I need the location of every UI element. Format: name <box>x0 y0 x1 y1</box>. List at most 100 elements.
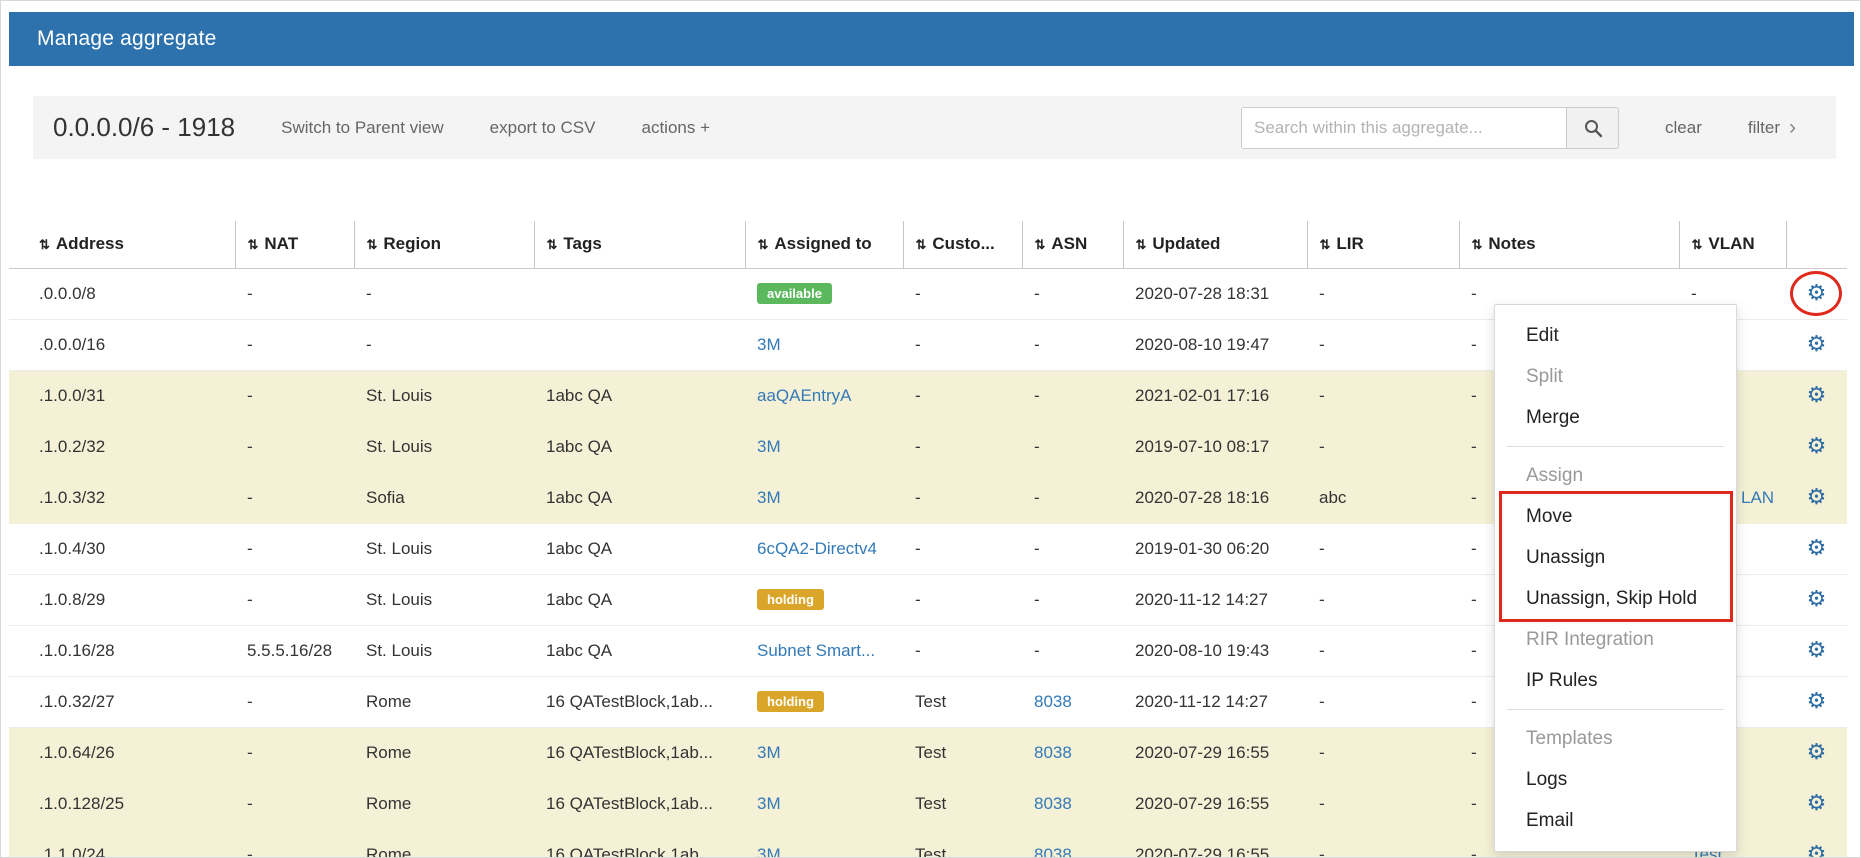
cell-nat: - <box>235 370 354 421</box>
cell-text: - <box>1319 539 1325 558</box>
search-group <box>1241 107 1619 149</box>
cell-actions: ⚙ <box>1786 370 1847 421</box>
column-header-lir[interactable]: ⇅LIR <box>1307 221 1459 268</box>
cell-asn: - <box>1022 472 1123 523</box>
gear-icon[interactable]: ⚙ <box>1807 331 1827 356</box>
cell-text: 2020-11-12 14:27 <box>1135 590 1268 609</box>
menu-item-move[interactable]: Move <box>1495 496 1736 537</box>
cell-link[interactable]: 3M <box>757 335 781 354</box>
menu-item-templates[interactable]: Templates <box>1495 718 1736 759</box>
gear-icon[interactable]: ⚙ <box>1807 535 1827 560</box>
cell-link[interactable]: aaQAEntryA <box>757 386 852 405</box>
menu-item-ip-rules[interactable]: IP Rules <box>1495 660 1736 701</box>
cell-link[interactable]: 3M <box>757 794 781 813</box>
cell-link[interactable]: Subnet Smart... <box>757 641 875 660</box>
cell-asn: - <box>1022 421 1123 472</box>
column-header-address[interactable]: ⇅Address <box>9 221 235 268</box>
cell-assigned-to: holding <box>745 574 903 625</box>
cell-text: Sofia <box>366 488 405 507</box>
cell-text: - <box>247 437 253 456</box>
cell-text: .1.0.32/27 <box>39 692 115 711</box>
cell-text: - <box>915 539 921 558</box>
cell-link[interactable]: 8038 <box>1034 692 1072 711</box>
menu-divider <box>1507 709 1724 710</box>
cell-link[interactable]: 6cQA2-Directv4 <box>757 539 877 558</box>
column-header-nat[interactable]: ⇅NAT <box>235 221 354 268</box>
cell-region: Rome <box>354 829 534 858</box>
cell-text: - <box>915 590 921 609</box>
column-header-asn[interactable]: ⇅ASN <box>1022 221 1123 268</box>
cell-text: - <box>1471 794 1477 813</box>
cell-text: - <box>1034 488 1040 507</box>
menu-item-merge[interactable]: Merge <box>1495 397 1736 438</box>
cell-text: .0.0.0/16 <box>39 335 105 354</box>
cell-link[interactable]: 3M <box>757 743 781 762</box>
column-header-notes[interactable]: ⇅Notes <box>1459 221 1679 268</box>
cell-nat: - <box>235 676 354 727</box>
cell-region: - <box>354 319 534 370</box>
menu-item-rir-integration[interactable]: RIR Integration <box>1495 619 1736 660</box>
menu-item-unassign[interactable]: Unassign <box>1495 537 1736 578</box>
search-icon <box>1583 118 1603 138</box>
gear-icon[interactable]: ⚙ <box>1807 790 1827 815</box>
column-label: Region <box>383 234 441 253</box>
column-header-assigned-to[interactable]: ⇅Assigned to <box>745 221 903 268</box>
column-label: Tags <box>563 234 601 253</box>
clear-link[interactable]: clear <box>1665 118 1702 138</box>
menu-item-split[interactable]: Split <box>1495 356 1736 397</box>
gear-icon[interactable]: ⚙ <box>1807 688 1827 713</box>
cell-updated: 2021-02-01 17:16 <box>1123 370 1307 421</box>
search-input[interactable] <box>1241 107 1567 149</box>
gear-icon[interactable]: ⚙ <box>1807 433 1827 458</box>
cell-region: Rome <box>354 778 534 829</box>
cell-assigned-to: aaQAEntryA <box>745 370 903 421</box>
gear-icon[interactable]: ⚙ <box>1807 382 1827 407</box>
gear-icon[interactable]: ⚙ <box>1807 841 1827 858</box>
column-header-vlan[interactable]: ⇅VLAN <box>1679 221 1786 268</box>
column-header-updated[interactable]: ⇅Updated <box>1123 221 1307 268</box>
cell-text: .1.0.2/32 <box>39 437 105 456</box>
menu-item-edit[interactable]: Edit <box>1495 315 1736 356</box>
cell-address: .0.0.0/16 <box>9 319 235 370</box>
gear-icon[interactable]: ⚙ <box>1807 484 1827 509</box>
actions-link[interactable]: actions + <box>641 118 710 138</box>
sort-icon: ⇅ <box>1472 237 1483 252</box>
cell-assigned-to: available <box>745 268 903 319</box>
menu-item-unassign-skip-hold[interactable]: Unassign, Skip Hold <box>1495 578 1736 619</box>
cell-link[interactable]: 8038 <box>1034 743 1072 762</box>
export-csv-link[interactable]: export to CSV <box>490 118 596 138</box>
column-label: Updated <box>1152 234 1220 253</box>
column-header-region[interactable]: ⇅Region <box>354 221 534 268</box>
search-button[interactable] <box>1567 107 1619 149</box>
menu-item-assign[interactable]: Assign <box>1495 455 1736 496</box>
column-label: ASN <box>1051 234 1087 253</box>
cell-customer: Test <box>903 727 1022 778</box>
cell-text: - <box>1471 692 1477 711</box>
column-header-tags[interactable]: ⇅Tags <box>534 221 745 268</box>
column-header-customer[interactable]: ⇅Custo... <box>903 221 1022 268</box>
cell-link[interactable]: LAN <box>1741 488 1774 507</box>
cell-text: - <box>1319 590 1325 609</box>
gear-icon[interactable]: ⚙ <box>1807 637 1827 662</box>
cell-link[interactable]: 8038 <box>1034 794 1072 813</box>
filter-link[interactable]: filter › <box>1748 117 1796 138</box>
status-badge: available <box>757 283 832 305</box>
cell-link[interactable]: 3M <box>757 488 781 507</box>
gear-icon[interactable]: ⚙ <box>1807 739 1827 764</box>
cell-text: 1abc QA <box>546 590 612 609</box>
cell-address: .1.0.16/28 <box>9 625 235 676</box>
gear-icon[interactable]: ⚙ <box>1807 280 1827 305</box>
cell-link[interactable]: 3M <box>757 845 781 858</box>
cell-lir: - <box>1307 268 1459 319</box>
cell-text: 2020-11-12 14:27 <box>1135 692 1268 711</box>
menu-item-logs[interactable]: Logs <box>1495 759 1736 800</box>
cell-customer: - <box>903 370 1022 421</box>
cell-link[interactable]: 8038 <box>1034 845 1072 858</box>
switch-parent-view-link[interactable]: Switch to Parent view <box>281 118 444 138</box>
page-header: Manage aggregate <box>9 12 1854 66</box>
gear-icon[interactable]: ⚙ <box>1807 586 1827 611</box>
cell-asn: - <box>1022 523 1123 574</box>
cell-link[interactable]: 3M <box>757 437 781 456</box>
cell-text: .1.0.8/29 <box>39 590 105 609</box>
menu-item-email[interactable]: Email <box>1495 800 1736 841</box>
